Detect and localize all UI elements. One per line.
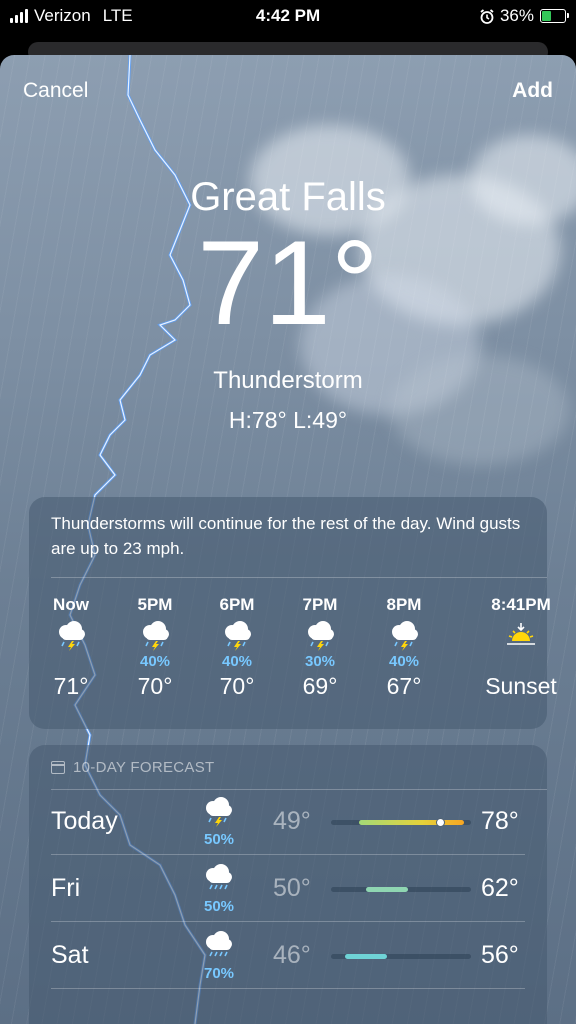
forecast-row[interactable]: Fri 50% 50° 62° [29,856,547,922]
thunderstorm-icon [29,621,113,653]
high-low-temperature: H:78° L:49° [228,407,348,433]
hourly-item: 8:41PM Sunset [461,595,576,700]
precip-chance: 50% [203,831,235,848]
precip-chance: 40% [388,653,420,670]
forecast-title: 10-DAY FORECAST [73,759,215,776]
hour-temperature: 69° [302,673,338,699]
forecast-row[interactable]: Today 50% 49° 78° [29,789,547,855]
add-button[interactable]: Add [512,79,553,103]
precip-chance [29,653,113,671]
current-temp-marker [436,818,446,827]
temperature-range-fill [359,820,464,825]
hour-temperature: Sunset [485,673,557,699]
thunderstorm-icon [278,621,362,653]
thunderstorm-icon [195,621,279,653]
temperature-range-fill [366,887,408,892]
low-temperature: 46° [273,941,311,969]
current-temperature: 71° [197,216,379,350]
temperature-range-fill [345,954,387,959]
hour-label: 8:41PM [491,595,551,614]
weather-sheet: Cancel Add Great Falls 71° Thunderstorm … [0,55,576,1024]
status-bar: Verizon LTE 4:42 PM 36% [0,0,576,34]
hour-temperature: 67° [386,673,422,699]
precip-chance: 40% [221,653,253,670]
rain-icon [201,864,241,894]
hour-label: 5PM [137,595,173,614]
thunderstorm-icon [362,621,446,653]
precip-chance: 40% [139,653,171,670]
cancel-button[interactable]: Cancel [23,79,88,103]
high-temperature: 56° [481,941,519,969]
battery-percent: 36% [499,6,534,25]
calendar-icon [51,761,65,774]
divider [51,577,547,578]
day-label: Sat [51,941,89,969]
divider [51,921,525,922]
hour-label: 7PM [302,595,338,614]
city-name: Great Falls [190,175,386,219]
hourly-item: Now 71° [29,595,113,700]
precip-chance: 50% [203,898,235,915]
temperature-range-bar [331,818,471,827]
hour-temperature: 70° [219,673,255,699]
high-temperature: 62° [481,874,519,902]
temperature-range-bar [331,887,471,892]
precip-chance: 70% [203,965,235,982]
day-label: Fri [51,874,81,902]
precip-chance [461,653,576,671]
precip-chance: 30% [304,653,336,670]
ten-day-forecast-card[interactable]: 10-DAY FORECAST Today 50% 49° 78° Fri 50… [29,745,547,1024]
high-temperature: 78° [481,807,519,835]
thunderstorm-icon [113,621,197,653]
forecast-row[interactable]: Sat 70% 46° 56° [29,923,547,989]
hourly-item: 6PM 40% 70° [195,595,279,700]
temperature-range-bar [331,954,471,959]
hour-label: Now [53,595,89,614]
thunderstorm-icon [201,797,241,827]
status-right: 36% [480,6,569,26]
alarm-icon [480,8,494,24]
hour-temperature: 70° [137,673,173,699]
divider [51,988,525,989]
hour-label: 8PM [386,595,422,614]
hour-temperature: 71° [53,673,89,699]
forecast-summary: Thunderstorms will continue for the rest… [51,514,521,558]
hourly-item: 7PM 30% 69° [278,595,362,700]
forecast-header: 10-DAY FORECAST [51,759,214,776]
low-temperature: 49° [273,807,311,835]
hourly-forecast-card[interactable]: Thunderstorms will continue for the rest… [29,497,557,729]
hour-label: 6PM [219,595,255,614]
sunset-icon [461,621,576,653]
rain-icon [201,931,241,961]
hourly-item: 5PM 40% 70° [113,595,197,700]
divider [51,854,525,855]
battery-icon [540,9,569,23]
current-condition: Thunderstorm [213,367,363,394]
day-label: Today [51,807,118,835]
hourly-item: 8PM 40% 67° [362,595,446,700]
low-temperature: 50° [273,874,311,902]
